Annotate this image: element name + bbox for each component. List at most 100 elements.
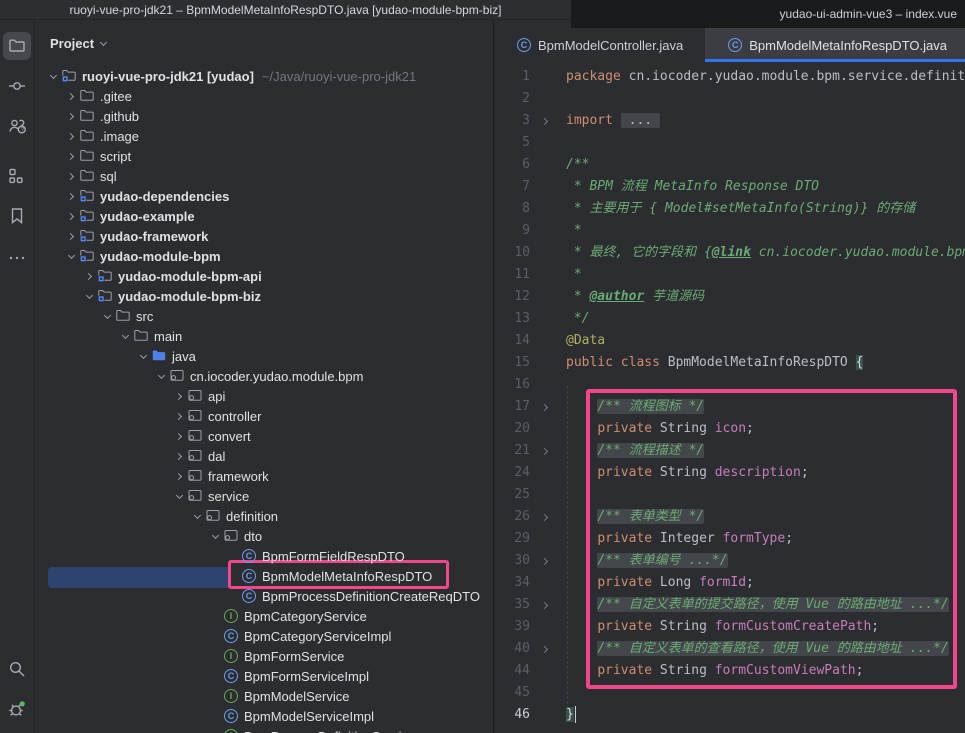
chevron-right-icon[interactable] [63,168,79,184]
code-line[interactable]: 10 * 最终, 它的字段和 {@link cn.iocoder.yudao.m… [494,242,965,264]
tree-item-yudao-example[interactable]: yudao-example [35,206,493,226]
code-line[interactable]: 35 /** 自定义表单的提交路径，使用 Vue 的路由地址 ...*/ [494,594,965,616]
code-line[interactable]: 11 * [494,264,965,286]
tree-item-yudao-module-bpm[interactable]: yudao-module-bpm [35,246,493,266]
fold-arrow-icon[interactable] [534,638,556,660]
code-line[interactable]: 26 /** 表单类型 */ [494,506,965,528]
code-line[interactable]: 3import ... [494,110,965,132]
chevron-right-icon[interactable] [63,108,79,124]
code-line[interactable]: 21 /** 流程描述 */ [494,440,965,462]
code-line[interactable]: 14@Data [494,330,965,352]
code-line[interactable]: 30 /** 表单编号 ...*/ [494,550,965,572]
chevron-right-icon[interactable] [171,448,187,464]
tree-item-bpmcategoryservice[interactable]: IBpmCategoryService [35,606,493,626]
tree-item--gitee[interactable]: .gitee [35,86,493,106]
tree-item-main[interactable]: main [35,326,493,346]
code-line[interactable]: 17 /** 流程图标 */ [494,396,965,418]
chevron-right-icon[interactable] [171,388,187,404]
tree-item--github[interactable]: .github [35,106,493,126]
code-line[interactable]: 29 private Integer formType; [494,528,965,550]
code-line[interactable]: 44 private String formCustomViewPath; [494,660,965,682]
chevron-down-icon[interactable] [99,308,115,324]
fold-arrow-icon[interactable] [534,440,556,462]
chevron-right-icon[interactable] [63,128,79,144]
fold-arrow-icon[interactable] [534,550,556,572]
code-line[interactable]: 46} [494,704,965,726]
chevron-right-icon[interactable] [63,148,79,164]
code-line[interactable]: 40 /** 自定义表单的查看路径，使用 Vue 的路由地址 ...*/ [494,638,965,660]
activity-button-search[interactable] [3,655,31,683]
tree-item-yudao-module-bpm-biz[interactable]: yudao-module-bpm-biz [35,286,493,306]
tree-item-bpmmodelservice[interactable]: IBpmModelService [35,686,493,706]
tree-item-src[interactable]: src [35,306,493,326]
code-line[interactable]: 1package cn.iocoder.yudao.module.bpm.ser… [494,66,965,88]
chevron-down-icon[interactable] [117,328,133,344]
tree-item-cn-iocoder-yudao-module-bpm[interactable]: cn.iocoder.yudao.module.bpm [35,366,493,386]
activity-button-project[interactable] [3,32,31,60]
chevron-right-icon[interactable] [81,268,97,284]
chevron-right-icon[interactable] [171,468,187,484]
background-window-title-bar[interactable]: yudao-ui-admin-vue3 – index.vue [571,0,965,28]
tree-item-bpmcategoryserviceimpl[interactable]: CBpmCategoryServiceImpl [35,626,493,646]
tree-item-bpmprocessdefinitionservice[interactable]: IBpmProcessDefinitionService [35,726,493,733]
tree-item-controller[interactable]: controller [35,406,493,426]
fold-arrow-icon[interactable] [534,396,556,418]
code-line[interactable]: 34 private Long formId; [494,572,965,594]
tree-item-bpmmodelserviceimpl[interactable]: CBpmModelServiceImpl [35,706,493,726]
chevron-right-icon[interactable] [63,88,79,104]
activity-button-bookmarks[interactable] [3,202,31,230]
chevron-right-icon[interactable] [63,208,79,224]
tree-item-dto[interactable]: dto [35,526,493,546]
tree-item-bpmprocessdefinitioncreatereqdto[interactable]: CBpmProcessDefinitionCreateReqDTO [35,586,493,606]
code-line[interactable]: 8 * 主要用于 { Model#setMetaInfo(String)} 的存… [494,198,965,220]
fold-arrow-icon[interactable] [534,110,556,132]
code-line[interactable]: 12 * @author 芋道源码 [494,286,965,308]
fold-arrow-icon[interactable] [534,506,556,528]
chevron-right-icon[interactable] [171,428,187,444]
code-line[interactable]: 5 [494,132,965,154]
code-line[interactable]: 9 * [494,220,965,242]
tree-item-bpmformservice[interactable]: IBpmFormService [35,646,493,666]
chevron-down-icon[interactable] [153,368,169,384]
chevron-down-icon[interactable] [45,68,61,84]
tree-item-framework[interactable]: framework [35,466,493,486]
code-line[interactable]: 13 */ [494,308,965,330]
code-line[interactable]: 24 private String description; [494,462,965,484]
activity-button-more[interactable] [3,244,31,272]
chevron-right-icon[interactable] [63,228,79,244]
tree-item--image[interactable]: .image [35,126,493,146]
activity-button-problems[interactable] [3,695,31,723]
tree-item-script[interactable]: script [35,146,493,166]
tree-item-sql[interactable]: sql [35,166,493,186]
code-line[interactable]: 16 [494,374,965,396]
tree-item-service[interactable]: service [35,486,493,506]
tree-item-convert[interactable]: convert [35,426,493,446]
code-line[interactable]: 15public class BpmModelMetaInfoRespDTO { [494,352,965,374]
code-editor[interactable]: 1package cn.iocoder.yudao.module.bpm.ser… [494,62,965,733]
chevron-right-icon[interactable] [63,188,79,204]
chevron-down-icon[interactable] [81,288,97,304]
tree-item-bpmformfieldrespdto[interactable]: CBpmFormFieldRespDTO [35,546,493,566]
activity-button-pull-requests[interactable]: ? [3,112,31,140]
tree-item-ruoyi-vue-pro-jdk21-yudao-[interactable]: ruoyi-vue-pro-jdk21 [yudao]~/Java/ruoyi-… [35,66,493,86]
tree-item-bpmmodelmetainforespdto[interactable]: CBpmModelMetaInfoRespDTO [35,566,493,586]
project-panel-header[interactable]: Project [35,20,493,66]
chevron-down-icon[interactable] [189,508,205,524]
activity-button-commit[interactable] [3,72,31,100]
code-line[interactable]: 39 private String formCustomCreatePath; [494,616,965,638]
tree-item-dal[interactable]: dal [35,446,493,466]
activity-button-structure[interactable] [3,162,31,190]
chevron-right-icon[interactable] [171,408,187,424]
tab-bpmmodelmetainforespdto[interactable]: C BpmModelMetaInfoRespDTO.java [705,28,965,62]
chevron-down-icon[interactable] [63,248,79,264]
tree-item-yudao-module-bpm-api[interactable]: yudao-module-bpm-api [35,266,493,286]
tree-item-yudao-dependencies[interactable]: yudao-dependencies [35,186,493,206]
code-line[interactable]: 25 [494,484,965,506]
tree-item-api[interactable]: api [35,386,493,406]
chevron-down-icon[interactable] [207,528,223,544]
code-line[interactable]: 45 [494,682,965,704]
code-line[interactable]: 6/** [494,154,965,176]
code-line[interactable]: 7 * BPM 流程 MetaInfo Response DTO [494,176,965,198]
chevron-down-icon[interactable] [135,348,151,364]
fold-arrow-icon[interactable] [534,594,556,616]
